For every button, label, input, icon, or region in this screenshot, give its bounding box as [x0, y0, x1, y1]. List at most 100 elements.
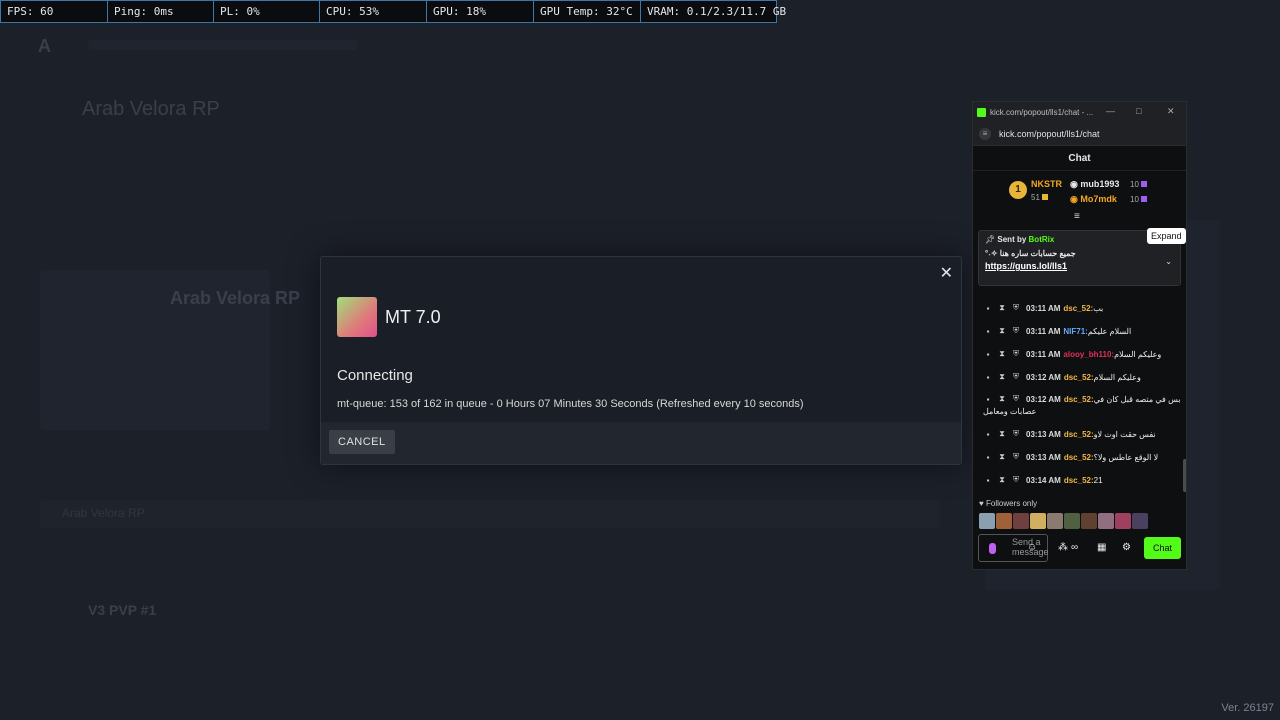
vram-stat: VRAM: 0.1/2.3/11.7 GB: [647, 5, 787, 18]
chat-message: ▪ ⧗ ⛨ 03:11 AM alooy_bh110: وعليكم السلام: [981, 349, 1162, 359]
leader-value: 51: [1031, 193, 1048, 202]
chat-message-wrap: عصابات ومعامل: [983, 407, 1037, 416]
maximize-icon[interactable]: □: [1136, 106, 1141, 116]
shield-icon[interactable]: ⛨: [1009, 303, 1023, 313]
shield-icon[interactable]: ⛨: [1009, 372, 1023, 382]
timeout-icon[interactable]: ⧗: [995, 429, 1009, 439]
timeout-icon[interactable]: ⧗: [995, 326, 1009, 336]
message-input[interactable]: Send a message: [978, 534, 1049, 562]
gpu-stat: GPU: 18%: [427, 1, 534, 22]
minimize-icon[interactable]: —: [1106, 106, 1115, 116]
timeout-icon[interactable]: ⧗: [995, 475, 1009, 485]
toolbar-strip: [40, 500, 940, 528]
leader-name[interactable]: NKSTR: [1031, 179, 1062, 189]
emote-icon[interactable]: ☺: [1027, 542, 1037, 553]
follower-avatars: [979, 513, 1148, 529]
close-icon[interactable]: ✕: [940, 263, 953, 283]
shield-icon[interactable]: ⛨: [1009, 349, 1023, 359]
pin-icon: 📌︎: [985, 235, 996, 244]
rank-badge: 1: [1009, 181, 1027, 199]
dialog-footer: CANCEL: [321, 422, 961, 464]
pinned-text: جميع حسابات ساره هنا ✧˖°: [985, 249, 1076, 258]
store-icon[interactable]: ▦: [1097, 542, 1106, 553]
performance-overlay: FPS: 60 Ping: 0ms PL: 0% CPU: 53% GPU: 1…: [0, 0, 787, 23]
chat-message: ▪ ⧗ ⛨ 03:13 AM dsc_52: لا الوقع عاطس ولا؟: [981, 452, 1159, 462]
shield-icon[interactable]: ⛨: [1009, 452, 1023, 462]
window-title: kick.com/popout/lls1/chat - ...: [990, 107, 1094, 117]
chat-scrollbar[interactable]: [1183, 459, 1186, 492]
followers-only-label: ♥ Followers only: [979, 499, 1038, 508]
timeout-icon[interactable]: ⧗: [995, 394, 1009, 404]
chat-message: ▪ ⧗ ⛨ 03:14 AM dsc_52: 21: [981, 475, 1103, 485]
dialog-title: MT 7.0: [385, 307, 441, 327]
server-row-name: V3 PVP #1: [88, 602, 157, 618]
chat-message: ▪ ⧗ ⛨ 03:12 AM dsc_52: وعليكم السلام: [981, 372, 1141, 382]
shield-icon[interactable]: ⛨: [1009, 394, 1023, 404]
timeout-icon[interactable]: ⧗: [995, 452, 1009, 462]
packet-loss-stat: PL: 0%: [214, 1, 320, 22]
shield-icon[interactable]: ⛨: [1009, 429, 1023, 439]
connecting-dialog: ✕ MT 7.0 Connecting mt-queue: 153 of 162…: [320, 256, 962, 465]
avatar[interactable]: [1098, 513, 1114, 529]
second-name[interactable]: ◉ mub1993: [1070, 179, 1119, 190]
chat-popout-window: kick.com/popout/lls1/chat - ... — □ ✕ ≡ …: [972, 101, 1187, 570]
send-chat-button[interactable]: Chat: [1144, 537, 1181, 559]
queue-info: mt-queue: 153 of 162 in queue - 0 Hours …: [337, 398, 804, 410]
timeout-icon[interactable]: ⧗: [995, 303, 1009, 313]
third-name[interactable]: ◉ Mo7mdk: [1070, 194, 1117, 205]
version-label: Ver. 26197: [1221, 702, 1274, 714]
avatar[interactable]: [1115, 513, 1131, 529]
site-settings-icon[interactable]: ≡: [979, 127, 991, 140]
trash-icon[interactable]: ▪: [981, 430, 995, 439]
trash-icon[interactable]: ▪: [981, 327, 995, 336]
gpu-temp-stat: GPU Temp: 32°C: [534, 1, 641, 22]
chevron-down-icon[interactable]: ⌄: [1165, 257, 1172, 266]
gear-icon[interactable]: ⚙: [1122, 542, 1131, 553]
filter-icon[interactable]: ≡: [1074, 211, 1080, 222]
avatar[interactable]: [996, 513, 1012, 529]
avatar[interactable]: [1047, 513, 1063, 529]
gift-leaderboard: 1 NKSTR 51 ◉ mub1993 10 ◉ Mo7mdk 10 ≡: [973, 171, 1186, 222]
address-bar: ≡ kick.com/popout/lls1/chat: [973, 122, 1186, 146]
server-name-large: Arab Velora RP: [170, 288, 301, 308]
avatar[interactable]: [1013, 513, 1029, 529]
timeout-icon[interactable]: ⧗: [995, 372, 1009, 382]
close-window-icon[interactable]: ✕: [1167, 106, 1175, 117]
pinned-link[interactable]: https://guns.lol/lls1: [985, 261, 1174, 271]
server-logo: [337, 297, 377, 337]
microphone-icon[interactable]: [989, 543, 996, 554]
chat-message: ▪ ⧗ ⛨ 03:11 AM dsc_52: بب: [981, 303, 1104, 313]
trash-icon[interactable]: ▪: [981, 476, 995, 485]
avatar[interactable]: [1081, 513, 1097, 529]
chat-message: ▪ ⧗ ⛨ 03:11 AM NIF71: السلام عليكم: [981, 326, 1132, 336]
avatar[interactable]: [1132, 513, 1148, 529]
infinity-icon[interactable]: ∞: [1071, 542, 1078, 553]
trash-icon[interactable]: ▪: [981, 395, 995, 404]
avatar[interactable]: [1030, 513, 1046, 529]
kick-logo-icon: [977, 107, 986, 117]
avatar[interactable]: [979, 513, 995, 529]
server-title: Arab Velora RP: [82, 98, 220, 120]
second-value: 10: [1130, 180, 1147, 189]
nav-bar: [88, 40, 358, 50]
connection-status: Connecting: [337, 367, 413, 384]
shield-icon[interactable]: ⛨: [1009, 475, 1023, 485]
chat-header: Chat: [973, 146, 1186, 171]
trash-icon[interactable]: ▪: [981, 373, 995, 382]
cancel-button[interactable]: CANCEL: [329, 430, 395, 454]
url-text[interactable]: kick.com/popout/lls1/chat: [999, 129, 1100, 139]
trash-icon[interactable]: ▪: [981, 304, 995, 313]
chat-message: ▪ ⧗ ⛨ 03:12 AM dsc_52: بس في متصه قبل كان في: [981, 394, 1181, 404]
window-titlebar: kick.com/popout/lls1/chat - ... — □ ✕: [973, 102, 1186, 122]
cpu-stat: CPU: 53%: [320, 1, 427, 22]
shield-icon[interactable]: ⛨: [1009, 326, 1023, 336]
third-value: 10: [1130, 195, 1147, 204]
botrix-name[interactable]: BotRix: [1029, 235, 1055, 244]
chat-message: ▪ ⧗ ⛨ 03:13 AM dsc_52: نفس حقت اوت لاو: [981, 429, 1156, 439]
avatar[interactable]: [1064, 513, 1080, 529]
share-icon[interactable]: ⁂: [1058, 542, 1068, 553]
trash-icon[interactable]: ▪: [981, 350, 995, 359]
trash-icon[interactable]: ▪: [981, 453, 995, 462]
sent-by-label: Sent by: [997, 235, 1027, 244]
timeout-icon[interactable]: ⧗: [995, 349, 1009, 359]
